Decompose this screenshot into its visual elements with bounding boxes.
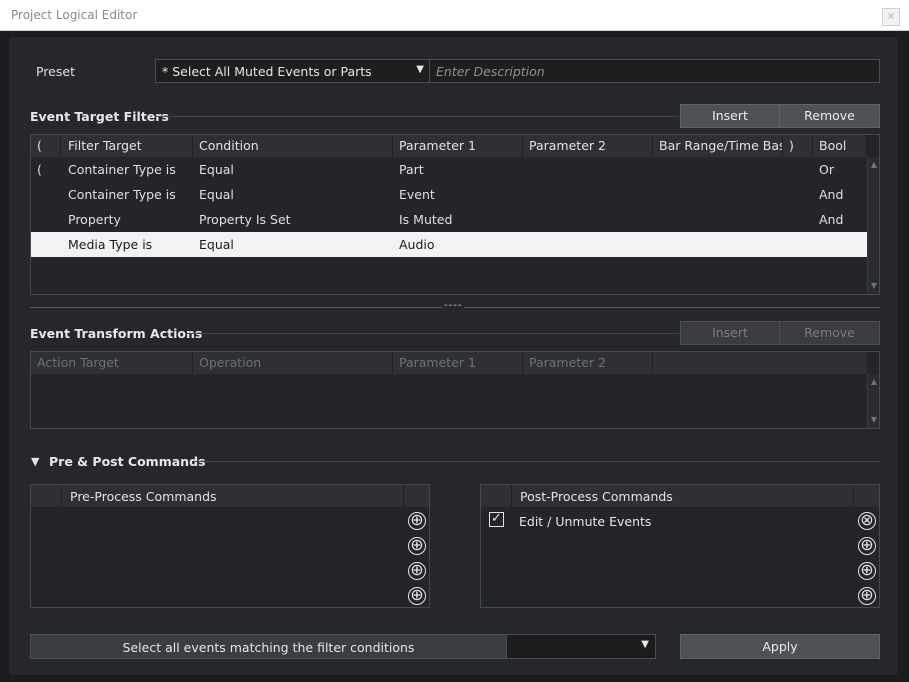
- col-parameter-1[interactable]: Parameter 1: [393, 135, 523, 157]
- window-title: Project Logical Editor: [11, 8, 138, 22]
- col-action-empty: [653, 352, 867, 374]
- cell-parameter-1: Event: [399, 187, 435, 202]
- apply-button[interactable]: Apply: [680, 634, 880, 659]
- chevron-down-icon: ▼: [641, 639, 649, 650]
- cell-filter-target: Container Type is: [68, 187, 176, 202]
- col-close-paren[interactable]: ): [783, 135, 813, 157]
- function-bar: Select all events matching the filter co…: [30, 634, 812, 659]
- cell-filter-target: Property: [68, 212, 121, 227]
- cell-condition: Property Is Set: [199, 212, 291, 227]
- function-dropdown[interactable]: Select ▼: [506, 634, 812, 659]
- scroll-up-icon[interactable]: ▲: [869, 377, 879, 387]
- title-bar: Project Logical Editor ×: [0, 0, 909, 31]
- cell-condition: Equal: [199, 187, 234, 202]
- scroll-down-icon[interactable]: ▼: [869, 281, 879, 291]
- cell-condition: Equal: [199, 237, 234, 252]
- commands-title-line: [195, 461, 880, 462]
- filter-remove-button[interactable]: Remove: [779, 104, 880, 128]
- cell-bool: Or: [819, 162, 834, 177]
- pre-process-header: Pre-Process Commands: [31, 485, 429, 507]
- post-process-header-label: Post-Process Commands: [520, 489, 673, 504]
- action-table: Action Target Operation Parameter 1 Para…: [30, 351, 880, 429]
- add-icon[interactable]: ⊕: [408, 587, 426, 605]
- scroll-down-icon[interactable]: ▼: [869, 415, 879, 425]
- col-filter-target[interactable]: Filter Target: [62, 135, 193, 157]
- add-icon[interactable]: ⊕: [408, 512, 426, 530]
- filters-title: Event Target Filters: [30, 109, 169, 124]
- cell-parameter-1: Part: [399, 162, 424, 177]
- preset-dropdown[interactable]: * Select All Muted Events or Parts ▼: [155, 59, 430, 83]
- post-process-header: Post-Process Commands: [481, 485, 879, 507]
- col-bar-range[interactable]: Bar Range/Time Base: [653, 135, 783, 157]
- col-action-target[interactable]: Action Target: [31, 352, 193, 374]
- filter-table-scrollbar[interactable]: ▲ ▼: [867, 157, 879, 294]
- add-icon[interactable]: ⊕: [858, 587, 876, 605]
- cell-filter-target: Media Type is: [68, 237, 153, 252]
- col-operation[interactable]: Operation: [193, 352, 393, 374]
- col-bool[interactable]: Bool: [813, 135, 867, 157]
- logical-editor-dialog: Preset * Select All Muted Events or Part…: [8, 36, 899, 676]
- pre-process-header-label: Pre-Process Commands: [70, 489, 217, 504]
- scroll-up-icon[interactable]: ▲: [869, 160, 879, 170]
- table-row[interactable]: Property Property Is Set Is Muted And: [31, 207, 867, 232]
- cell-parameter-1: Audio: [399, 237, 435, 252]
- table-row-selected[interactable]: Media Type is Equal Audio: [31, 232, 867, 257]
- col-condition[interactable]: Condition: [193, 135, 393, 157]
- function-description: Select all events matching the filter co…: [122, 640, 415, 655]
- preset-label: Preset: [36, 64, 75, 79]
- close-icon[interactable]: ×: [882, 8, 900, 26]
- add-icon[interactable]: ⊕: [858, 537, 876, 555]
- pre-process-panel: Pre-Process Commands ⊕ ⊕ ⊕ ⊕: [30, 484, 430, 608]
- col-parameter-2[interactable]: Parameter 2: [523, 135, 653, 157]
- col-open-paren[interactable]: (: [31, 135, 61, 157]
- filters-title-line: [155, 116, 679, 117]
- post-process-panel: Post-Process Commands ✓ Edit / Unmute Ev…: [480, 484, 880, 608]
- action-table-scrollbar[interactable]: ▲ ▼: [867, 374, 879, 428]
- cell-bool: And: [819, 187, 844, 202]
- splitter-grip-icon[interactable]: ----: [442, 300, 465, 311]
- cell-parameter-1: Is Muted: [399, 212, 453, 227]
- collapse-toggle-icon[interactable]: ▼: [31, 455, 39, 468]
- cell-filter-target: Container Type is: [68, 162, 176, 177]
- commands-title[interactable]: Pre & Post Commands: [49, 454, 205, 469]
- table-row[interactable]: ( Container Type is Equal Part Or: [31, 157, 867, 182]
- col-action-parameter-2[interactable]: Parameter 2: [523, 352, 653, 374]
- action-remove-button[interactable]: Remove: [779, 321, 880, 345]
- filter-insert-button[interactable]: Insert: [680, 104, 780, 128]
- filter-table-header: ( Filter Target Condition Parameter 1 Pa…: [31, 135, 867, 157]
- add-icon[interactable]: ⊕: [408, 562, 426, 580]
- cell-bool: And: [819, 212, 844, 227]
- cell-open-paren: (: [37, 162, 42, 177]
- action-insert-button[interactable]: Insert: [680, 321, 780, 345]
- chevron-down-icon: ▼: [416, 64, 424, 75]
- action-table-header: Action Target Operation Parameter 1 Para…: [31, 352, 867, 374]
- col-action-parameter-1[interactable]: Parameter 1: [393, 352, 523, 374]
- actions-title-line: [187, 333, 679, 334]
- remove-icon[interactable]: ⊗: [858, 512, 876, 530]
- description-input[interactable]: [429, 59, 880, 83]
- command-enable-checkbox[interactable]: ✓: [489, 512, 504, 527]
- post-command-label[interactable]: Edit / Unmute Events: [519, 514, 651, 529]
- add-icon[interactable]: ⊕: [858, 562, 876, 580]
- filter-table: ( Filter Target Condition Parameter 1 Pa…: [30, 134, 880, 295]
- actions-title: Event Transform Actions: [30, 326, 203, 341]
- add-icon[interactable]: ⊕: [408, 537, 426, 555]
- preset-selected: * Select All Muted Events or Parts: [162, 64, 372, 79]
- table-row[interactable]: Container Type is Equal Event And: [31, 182, 867, 207]
- cell-condition: Equal: [199, 162, 234, 177]
